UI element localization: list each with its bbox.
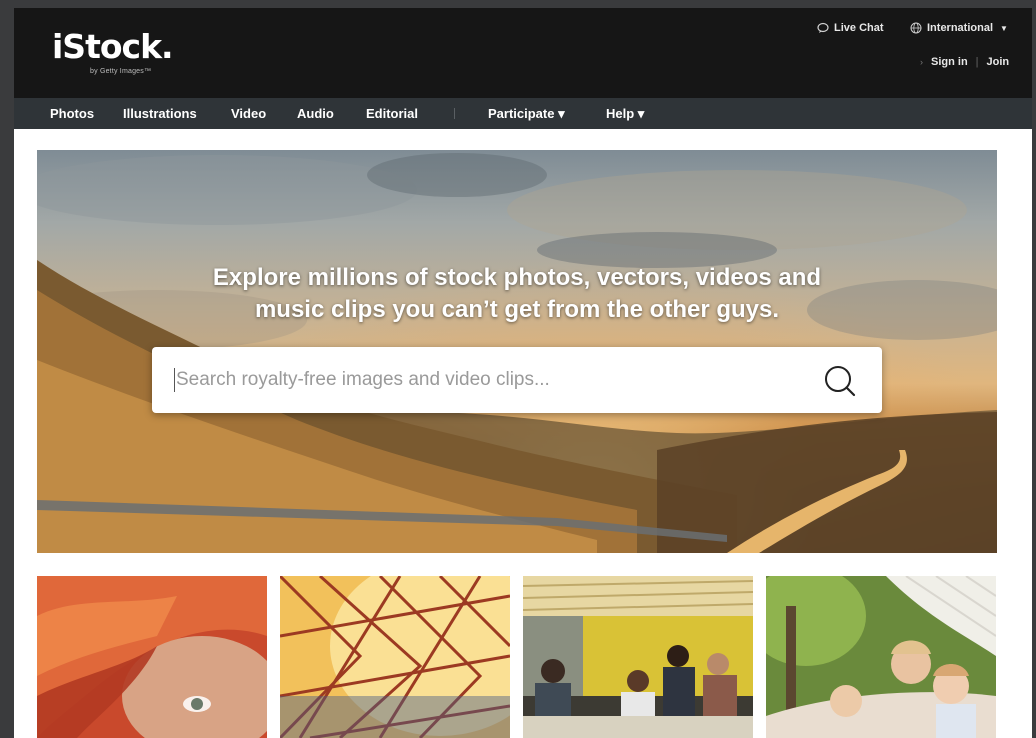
page-frame: iStock. by Getty Images™ Live Chat Inter… — [14, 8, 1032, 738]
magnifier-icon[interactable] — [820, 362, 860, 400]
nav-divider — [454, 108, 455, 119]
join-link[interactable]: Join — [987, 56, 1010, 68]
istock-logo[interactable]: iStock. — [52, 30, 174, 64]
hero-headline-line-1: Explore millions of stock photos, vector… — [212, 264, 822, 291]
thumbnail-geometric-structure[interactable] — [280, 576, 510, 738]
auth-separator: | — [975, 56, 979, 68]
sign-in-link[interactable]: Sign in — [931, 56, 968, 68]
hero-headline-line-2: music clips you can’t get from the other… — [254, 296, 780, 323]
main-nav: Photos Illustrations Video Audio Editori… — [14, 98, 1032, 129]
nav-photos[interactable]: Photos — [50, 98, 94, 129]
text-cursor — [174, 368, 175, 392]
chat-bubble-icon — [817, 22, 829, 33]
thumbnail-portrait-woman[interactable] — [37, 576, 267, 738]
caret-down-icon: ▼ — [1000, 23, 1008, 33]
globe-icon — [910, 22, 922, 34]
region-label: International — [927, 22, 994, 34]
bullet-icon: › — [920, 57, 923, 67]
nav-help[interactable]: Help ▾ — [606, 98, 644, 129]
region-selector[interactable]: International ▼ — [910, 22, 1008, 34]
search-input[interactable] — [176, 347, 776, 413]
logo-subtitle: by Getty Images™ — [90, 68, 152, 75]
search-box — [152, 347, 882, 413]
hero-banner: Explore millions of stock photos, vector… — [37, 150, 997, 553]
live-chat-label: Live Chat — [834, 22, 884, 34]
nav-illustrations[interactable]: Illustrations — [123, 98, 197, 129]
nav-audio[interactable]: Audio — [297, 98, 334, 129]
auth-links: › Sign in | Join — [920, 56, 1009, 68]
nav-editorial[interactable]: Editorial — [366, 98, 418, 129]
thumbnail-family-hammock[interactable] — [766, 576, 996, 738]
thumbnail-office-meeting[interactable] — [523, 576, 753, 738]
nav-video[interactable]: Video — [231, 98, 266, 129]
live-chat-link[interactable]: Live Chat — [817, 22, 884, 34]
nav-participate[interactable]: Participate ▾ — [488, 98, 565, 129]
hero-headline: Explore millions of stock photos, vector… — [37, 262, 997, 326]
top-header: iStock. by Getty Images™ Live Chat Inter… — [14, 8, 1032, 98]
